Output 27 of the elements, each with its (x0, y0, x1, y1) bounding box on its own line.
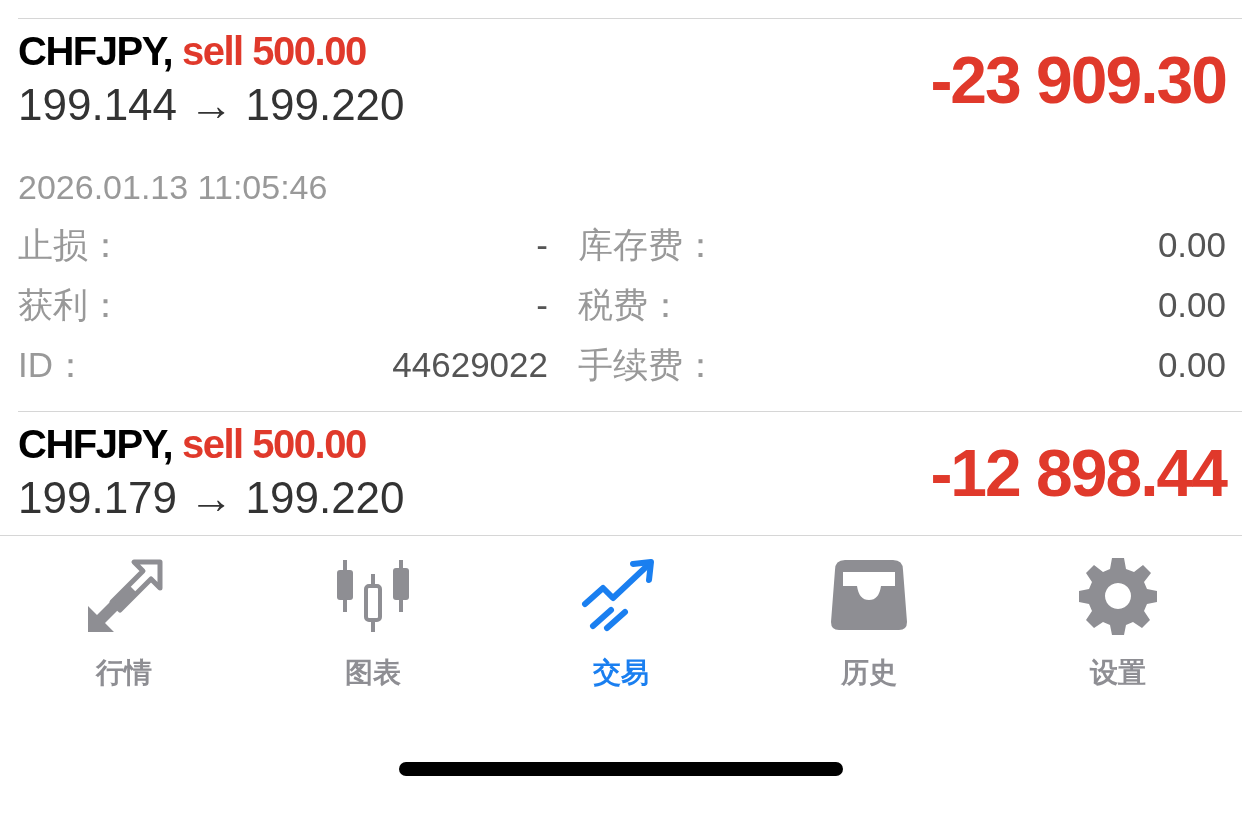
order-side-text: sell 500.00 (182, 422, 366, 467)
order-side-text: sell 500.00 (182, 29, 366, 74)
time-text: 2026.01.13 11:05:46 (18, 168, 328, 207)
detail-value: - (536, 284, 548, 326)
detail-value: 0.00 (1157, 284, 1226, 326)
tab-item[interactable]: 交易 (496, 556, 745, 692)
settings-icon (1077, 556, 1158, 636)
detail-value: 44629022 (392, 344, 548, 386)
detail-label: ID： (18, 344, 88, 386)
tab-item[interactable]: 历史 (745, 556, 994, 692)
profit-text: -23 909.30 (930, 41, 1226, 118)
detail-value: 0.00 (1157, 224, 1226, 266)
price-text: 199.179 → 199.220 (18, 473, 405, 523)
symbol-text: CHFJPY, (18, 29, 172, 74)
profit-text: -12 898.44 (930, 434, 1226, 511)
detail-label: 库存费： (578, 224, 718, 266)
price-text: 199.144 → 199.220 (18, 80, 405, 130)
detail-label: 手续费： (578, 344, 718, 386)
detail-value: 0.00 (1157, 344, 1226, 386)
detail-label: 税费： (578, 284, 683, 326)
detail-label: 获利： (18, 284, 123, 326)
detail-value: - (536, 224, 548, 266)
symbol-text: CHFJPY, (18, 422, 172, 467)
tab-item[interactable]: 设置 (993, 556, 1242, 692)
tab-item[interactable]: 行情 (0, 556, 249, 692)
tab-item[interactable]: 图表 (248, 556, 497, 692)
detail-label: 止损： (18, 224, 123, 266)
